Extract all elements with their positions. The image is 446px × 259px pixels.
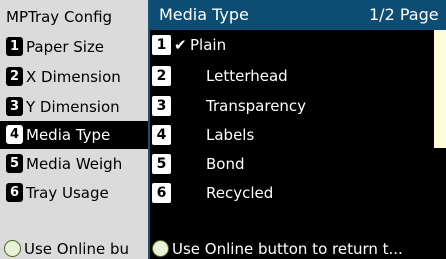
menu-item-media-weight[interactable]: 5 Media Weigh (0, 150, 148, 178)
option-number: 1 (152, 35, 171, 55)
option-label: Transparency (206, 97, 307, 115)
left-online-hint-text: Use Online bu (24, 240, 129, 258)
circle-button-icon (4, 240, 21, 257)
menu-item-label: X Dimension (26, 68, 121, 86)
menu-item-number: 2 (6, 67, 23, 86)
menu-item-number: 5 (6, 154, 23, 173)
menu-item-number: 1 (6, 37, 23, 56)
menu-item-y-dimension[interactable]: 3Y Dimension (0, 93, 148, 121)
menu-item-media-type[interactable]: 4 Media Type (0, 121, 148, 149)
circle-button-icon (152, 240, 169, 257)
option-bond[interactable]: 5 Bond (150, 150, 434, 178)
highlight-strip (434, 30, 446, 148)
option-label: Plain (190, 36, 227, 54)
option-label: Bond (206, 155, 245, 173)
config-menu-title: MPTray Config (6, 8, 113, 26)
page-title: Media Type (159, 5, 249, 24)
online-button-hint-text: Use Online button to return t... (172, 240, 403, 258)
menu-item-label: Tray Usage (26, 184, 109, 202)
option-label: Letterhead (206, 67, 288, 85)
menu-item-number: 6 (6, 183, 23, 202)
menu-item-number: 4 (6, 125, 23, 144)
option-letterhead[interactable]: 2 Letterhead (150, 62, 434, 90)
page-indicator: 1/2 Page (369, 5, 439, 24)
menu-item-label: Media Type (26, 126, 111, 144)
option-number: 6 (152, 183, 171, 203)
option-recycled[interactable]: 6 Recycled (150, 179, 434, 207)
option-plain[interactable]: 1 ✔ Plain (150, 31, 434, 59)
menu-item-paper-size[interactable]: 1 Paper Size (0, 33, 148, 61)
left-online-hint: Use Online bu (0, 238, 148, 259)
checkmark-icon: ✔ (174, 36, 187, 54)
option-number: 2 (152, 66, 171, 86)
media-type-header: Media Type 1/2 Page (150, 0, 446, 30)
menu-item-label: Paper Size (26, 38, 105, 56)
menu-item-label: Y Dimension (26, 98, 120, 116)
config-menu-panel: MPTray Config 1 Paper Size 2X Dimension 3… (0, 0, 150, 259)
option-number: 3 (152, 96, 171, 116)
option-label: Labels (206, 126, 255, 144)
menu-item-label: Media Weigh (26, 155, 123, 173)
option-number: 4 (152, 125, 171, 145)
menu-item-tray-usage[interactable]: 6 Tray Usage (0, 179, 148, 207)
option-number: 5 (152, 154, 171, 174)
option-labels[interactable]: 4 Labels (150, 121, 434, 149)
option-label: Recycled (206, 184, 274, 202)
online-button-hint: Use Online button to return t... (150, 238, 446, 259)
option-transparency[interactable]: 3 Transparency (150, 92, 434, 120)
menu-item-x-dimension[interactable]: 2X Dimension (0, 63, 148, 91)
media-type-panel: Media Type 1/2 Page 1 ✔ Plain 2 Letterhe… (150, 0, 446, 259)
menu-item-number: 3 (6, 97, 23, 116)
